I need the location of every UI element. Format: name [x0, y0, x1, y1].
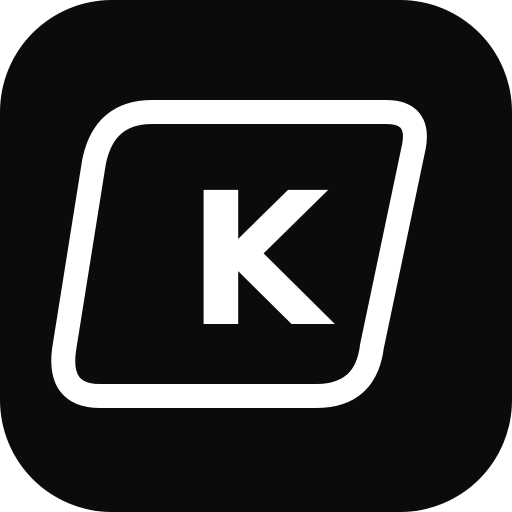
app-icon[interactable]: K	[0, 0, 512, 512]
keycap-letter: K	[187, 154, 336, 368]
keycap-k-icon: K	[0, 0, 512, 512]
